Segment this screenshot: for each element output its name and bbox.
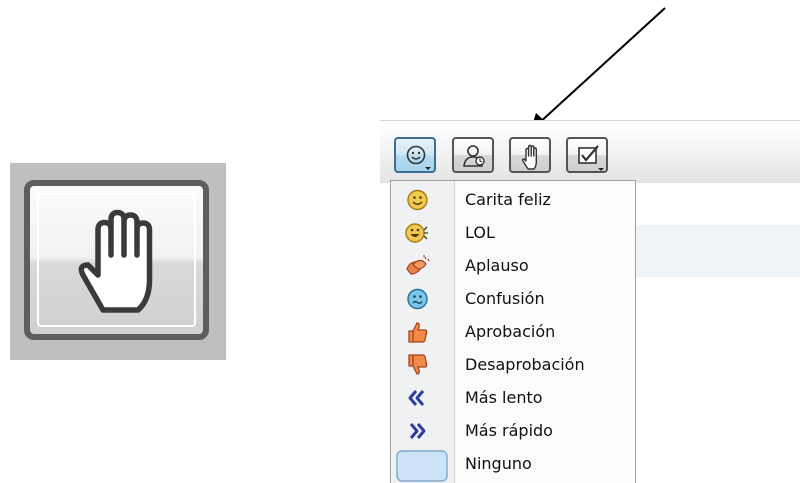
slower-icon	[408, 390, 425, 406]
menu-item-label: Confusión	[465, 289, 545, 308]
faster-icon	[409, 423, 426, 439]
menu-item-aplauso[interactable]: Aplauso	[391, 250, 635, 283]
checkbox-icon	[578, 145, 604, 171]
menu-item-confusion[interactable]: Confusión	[391, 283, 635, 316]
applause-icon	[406, 255, 430, 275]
pointer-arrow	[530, 7, 666, 132]
menu-item-lol[interactable]: LOL	[391, 217, 635, 250]
thumbs-down-icon	[408, 354, 428, 375]
zoomed-button-frame	[10, 163, 226, 360]
background-row	[636, 225, 800, 277]
thumbs-up-icon	[408, 322, 428, 343]
none-swatch-icon	[396, 450, 448, 482]
confused-face-icon	[407, 288, 428, 310]
emoticon-menu-button[interactable]	[394, 137, 436, 173]
menu-item-label: Más lento	[465, 388, 543, 407]
raise-hand-icon	[78, 209, 153, 313]
menu-item-aprobacion[interactable]: Aprobación	[391, 316, 635, 349]
user-status-icon	[463, 145, 485, 167]
raise-hand-icon	[521, 144, 537, 170]
menu-item-label: Aprobación	[465, 322, 556, 341]
menu-item-label: Carita feliz	[465, 190, 551, 209]
menu-item-label: Más rápido	[465, 421, 553, 440]
menu-item-carita-feliz[interactable]: Carita feliz	[391, 184, 635, 217]
menu-item-ninguno[interactable]: Ninguno	[391, 448, 635, 482]
emoticon-dropdown-menu: Carita feliz LOL Aplauso Confusión Aprob…	[390, 180, 636, 483]
zoomed-raise-hand-button	[24, 180, 209, 340]
menu-item-mas-lento[interactable]: Más lento	[391, 382, 635, 415]
menu-item-desaprobacion[interactable]: Desaprobación	[391, 349, 635, 382]
status-button[interactable]	[452, 137, 494, 173]
checklist-button[interactable]	[566, 137, 608, 173]
raise-hand-button[interactable]	[509, 137, 551, 173]
toolbar	[380, 120, 800, 183]
menu-item-label: Desaprobación	[465, 355, 585, 374]
menu-item-label: LOL	[465, 223, 495, 242]
happy-face-icon	[407, 189, 428, 211]
lol-icon	[405, 223, 428, 243]
menu-item-mas-rapido[interactable]: Más rápido	[391, 415, 635, 448]
smiley-icon	[406, 145, 431, 170]
menu-item-label: Ninguno	[465, 454, 532, 473]
menu-item-label: Aplauso	[465, 256, 529, 275]
